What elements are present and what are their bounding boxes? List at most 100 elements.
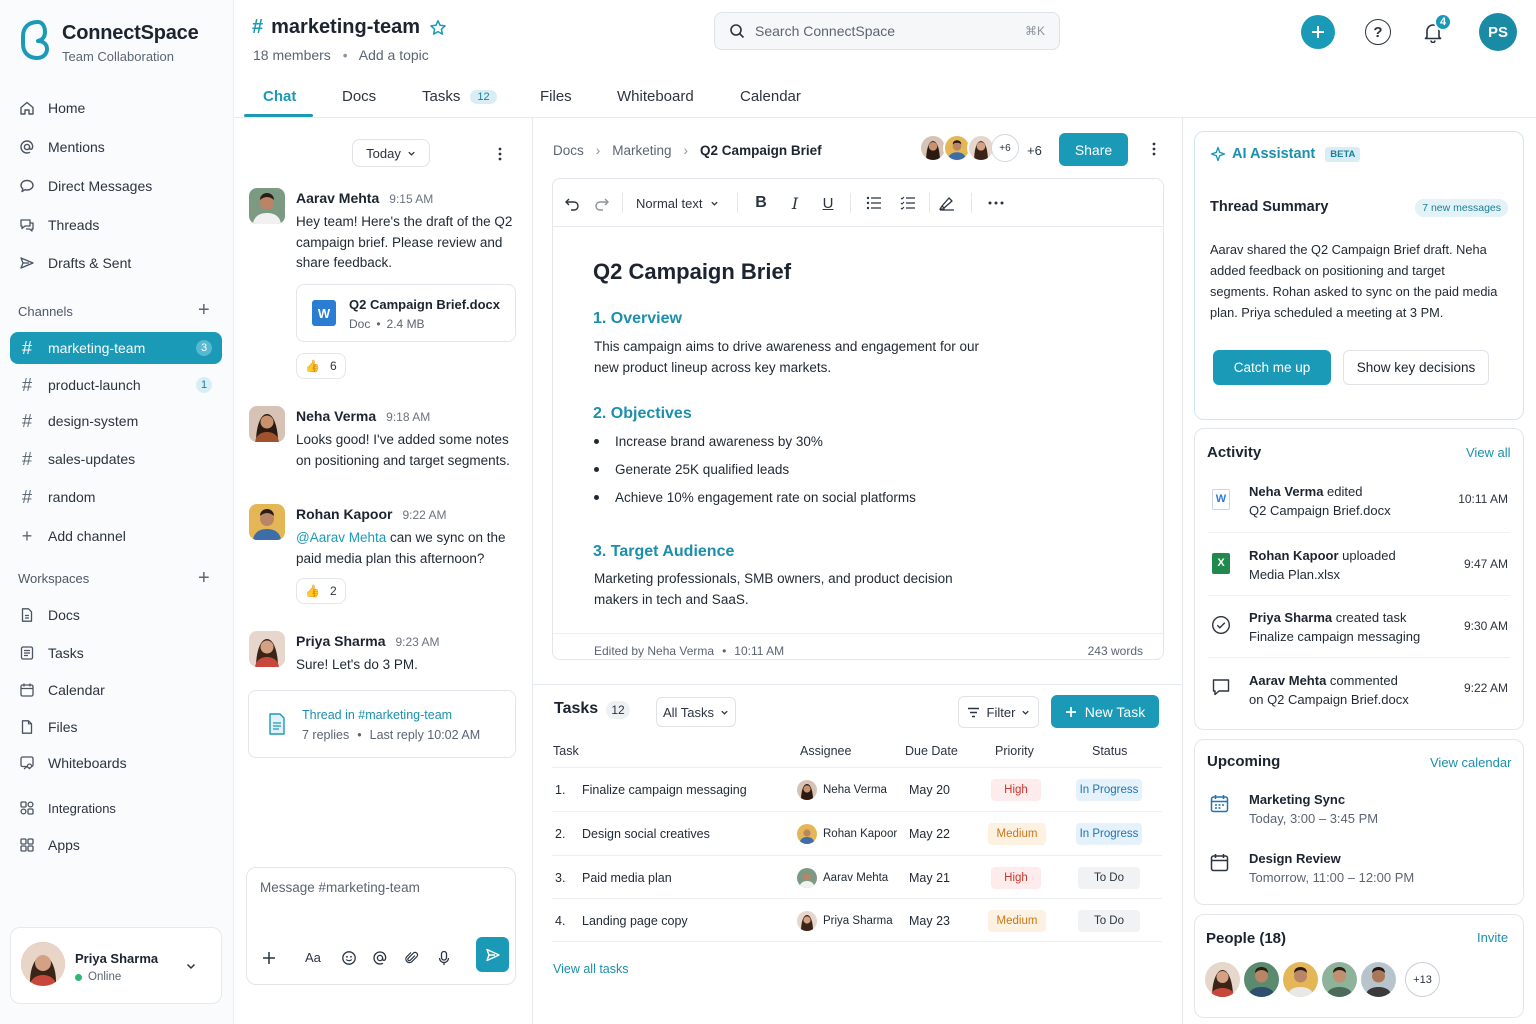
bulleted-list-icon[interactable]: [865, 191, 883, 215]
microphone-icon[interactable]: [436, 950, 452, 966]
tab-docs[interactable]: Docs: [342, 78, 376, 118]
channel-marketing-team[interactable]: # marketing-team 3: [10, 332, 222, 364]
person-avatar[interactable]: [1244, 962, 1279, 997]
table-row[interactable]: 2. Design social creatives Rohan Kapoor …: [552, 811, 1162, 855]
add-channel-button[interactable]: + Add channel: [10, 520, 222, 552]
channel-design-system[interactable]: # design-system: [10, 405, 222, 437]
help-button[interactable]: ?: [1365, 19, 1391, 45]
search-input[interactable]: [755, 23, 1005, 39]
plus-icon[interactable]: [262, 951, 276, 965]
bold-icon[interactable]: B: [753, 191, 769, 215]
member-count[interactable]: 18 members: [253, 47, 331, 63]
breadcrumb-marketing[interactable]: Marketing: [612, 143, 671, 158]
share-button[interactable]: Share: [1059, 133, 1128, 166]
profile-avatar[interactable]: PS: [1479, 13, 1517, 51]
tab-whiteboard[interactable]: Whiteboard: [617, 78, 694, 118]
nav-home[interactable]: Home: [10, 92, 222, 124]
attachment-card[interactable]: W Q2 Campaign Brief.docx Doc • 2.4 MB: [296, 284, 516, 342]
activity-view-all-link[interactable]: View all: [1466, 445, 1511, 460]
chevron-down-icon[interactable]: [185, 960, 197, 972]
workspace-files[interactable]: Files: [10, 711, 222, 743]
activity-target[interactable]: Finalize campaign messaging: [1249, 629, 1420, 644]
workspace-tasks[interactable]: Tasks: [10, 637, 222, 669]
add-workspace-plus-icon[interactable]: +: [198, 568, 210, 588]
table-row[interactable]: 1. Finalize campaign messaging Neha Verm…: [552, 767, 1162, 811]
person-avatar[interactable]: [1322, 962, 1357, 997]
column-header-status[interactable]: Status: [1092, 744, 1127, 758]
nav-integrations[interactable]: Integrations: [10, 792, 222, 824]
thread-preview-card[interactable]: Thread in #marketing-team 7 replies • Last…: [248, 690, 516, 758]
activity-headline[interactable]: Rohan Kapoor uploaded: [1249, 548, 1396, 563]
message-author[interactable]: Rohan Kapoor 9:22 AM: [296, 506, 446, 522]
more-horizontal-icon[interactable]: [987, 191, 1005, 215]
people-more-badge[interactable]: +13: [1405, 962, 1440, 997]
nav-apps[interactable]: Apps: [10, 829, 222, 861]
activity-target[interactable]: Q2 Campaign Brief.docx: [1249, 503, 1391, 518]
tab-chat[interactable]: Chat: [263, 78, 296, 118]
table-row[interactable]: 4. Landing page copy Priya Sharma May 23…: [552, 898, 1162, 942]
message-author[interactable]: Aarav Mehta 9:15 AM: [296, 190, 433, 206]
format-text-button[interactable]: Aa: [305, 950, 321, 965]
task-name[interactable]: Finalize campaign messaging: [582, 768, 747, 812]
chat-more-icon[interactable]: [494, 146, 506, 162]
underline-icon[interactable]: U: [820, 191, 836, 215]
column-header-due-date[interactable]: Due Date: [905, 744, 958, 758]
channel-product-launch[interactable]: # product-launch 1: [10, 369, 222, 401]
current-user-card[interactable]: Priya Sharma Online: [10, 927, 222, 1004]
redo-icon[interactable]: [593, 191, 611, 215]
channel-random[interactable]: # random: [10, 481, 222, 513]
nav-mentions[interactable]: Mentions: [10, 131, 222, 163]
avatar-aarav[interactable]: [249, 188, 285, 224]
doc-more-icon[interactable]: [1148, 141, 1160, 157]
workspace-docs[interactable]: Docs: [10, 599, 222, 631]
tab-files[interactable]: Files: [540, 78, 572, 118]
channel-sales-updates[interactable]: # sales-updates: [10, 443, 222, 475]
emoji-icon[interactable]: [341, 950, 357, 966]
activity-headline[interactable]: Aarav Mehta commented: [1249, 673, 1398, 688]
paperclip-icon[interactable]: [404, 950, 420, 966]
add-channel-plus-icon[interactable]: +: [198, 300, 210, 320]
task-name[interactable]: Design social creatives: [582, 812, 710, 856]
activity-headline[interactable]: Priya Sharma created task: [1249, 610, 1407, 625]
avatar-rohan[interactable]: [249, 504, 285, 540]
message-author[interactable]: Priya Sharma 9:23 AM: [296, 633, 440, 649]
column-header-task[interactable]: Task: [553, 744, 579, 758]
status-badge[interactable]: In Progress: [1076, 779, 1142, 801]
status-badge[interactable]: To Do: [1078, 867, 1140, 889]
view-calendar-link[interactable]: View calendar: [1430, 755, 1511, 770]
nav-threads[interactable]: Threads: [10, 209, 222, 241]
message-author[interactable]: Neha Verma 9:18 AM: [296, 408, 430, 424]
workspace-whiteboards[interactable]: Whiteboards: [10, 747, 222, 779]
catch-me-up-button[interactable]: Catch me up: [1213, 350, 1331, 385]
nav-direct-messages[interactable]: Direct Messages: [10, 170, 222, 202]
breadcrumb-docs[interactable]: Docs: [553, 143, 584, 158]
send-button[interactable]: [476, 937, 509, 972]
add-topic-link[interactable]: Add a topic: [359, 47, 429, 63]
avatar-priya[interactable]: [249, 631, 285, 667]
task-name[interactable]: Paid media plan: [582, 856, 672, 900]
invite-link[interactable]: Invite: [1477, 930, 1508, 945]
person-avatar[interactable]: [1205, 962, 1240, 997]
task-scope-dropdown[interactable]: All Tasks: [656, 697, 736, 727]
nav-drafts-sent[interactable]: Drafts & Sent: [10, 247, 222, 279]
global-search[interactable]: ⌘K: [714, 12, 1060, 50]
activity-headline[interactable]: Neha Verma edited: [1249, 484, 1362, 499]
status-badge[interactable]: To Do: [1078, 910, 1140, 932]
checklist-icon[interactable]: [899, 191, 917, 215]
table-row[interactable]: 3. Paid media plan Aarav Mehta May 21 Hi…: [552, 855, 1162, 899]
activity-target[interactable]: on Q2 Campaign Brief.docx: [1249, 692, 1409, 707]
italic-icon[interactable]: I: [787, 191, 803, 215]
create-button[interactable]: [1301, 15, 1335, 49]
text-style-dropdown[interactable]: Normal text: [636, 191, 719, 215]
filter-button[interactable]: Filter: [958, 696, 1039, 728]
person-avatar[interactable]: [1283, 962, 1318, 997]
tab-calendar[interactable]: Calendar: [740, 78, 801, 118]
workspace-calendar[interactable]: Calendar: [10, 674, 222, 706]
collaborator-avatars[interactable]: +6: [919, 134, 1019, 164]
date-filter-dropdown[interactable]: Today: [352, 139, 430, 167]
new-task-button[interactable]: New Task: [1051, 695, 1159, 728]
collaborator-more-count[interactable]: +6: [1027, 143, 1042, 158]
column-header-assignee[interactable]: Assignee: [800, 744, 851, 758]
star-icon[interactable]: [429, 19, 447, 37]
reaction-thumbs-up[interactable]: 👍 2: [296, 578, 346, 604]
